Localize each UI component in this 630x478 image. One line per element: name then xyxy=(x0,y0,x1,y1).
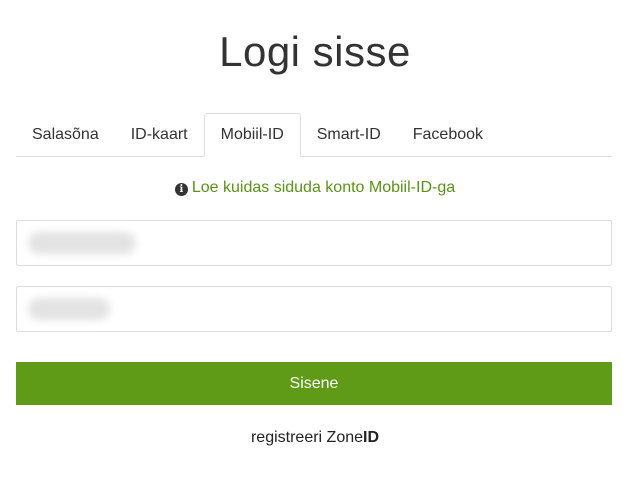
tab-mobile-id[interactable]: Mobiil-ID xyxy=(203,113,301,157)
register-link-suffix: ID xyxy=(363,429,380,446)
register-zoneid-link[interactable]: registreeri ZoneID xyxy=(0,427,630,449)
tab-facebook[interactable]: Facebook xyxy=(397,113,499,156)
info-circle-icon: i xyxy=(174,183,188,196)
tab-password[interactable]: Salasõna xyxy=(16,113,115,156)
login-page: Logi sisse Salasõna ID-kaart Mobiil-ID S… xyxy=(0,0,630,478)
phone-number-field[interactable] xyxy=(16,220,612,266)
tab-smart-id[interactable]: Smart-ID xyxy=(301,113,397,156)
register-link-prefix: registreeri Zone xyxy=(250,429,364,446)
personal-id-code-field[interactable] xyxy=(16,286,612,332)
login-method-tabs: Salasõna ID-kaart Mobiil-ID Smart-ID Fac… xyxy=(16,113,612,157)
page-title: Logi sisse xyxy=(219,28,411,75)
tab-id-card[interactable]: ID-kaart xyxy=(115,113,204,156)
mobile-id-help: i Loe kuidas siduda konto Mobiil-ID-ga xyxy=(0,177,630,199)
mobile-id-help-link[interactable]: Loe kuidas siduda konto Mobiil-ID-ga xyxy=(192,179,455,196)
sign-in-button[interactable]: Sisene xyxy=(16,362,612,405)
